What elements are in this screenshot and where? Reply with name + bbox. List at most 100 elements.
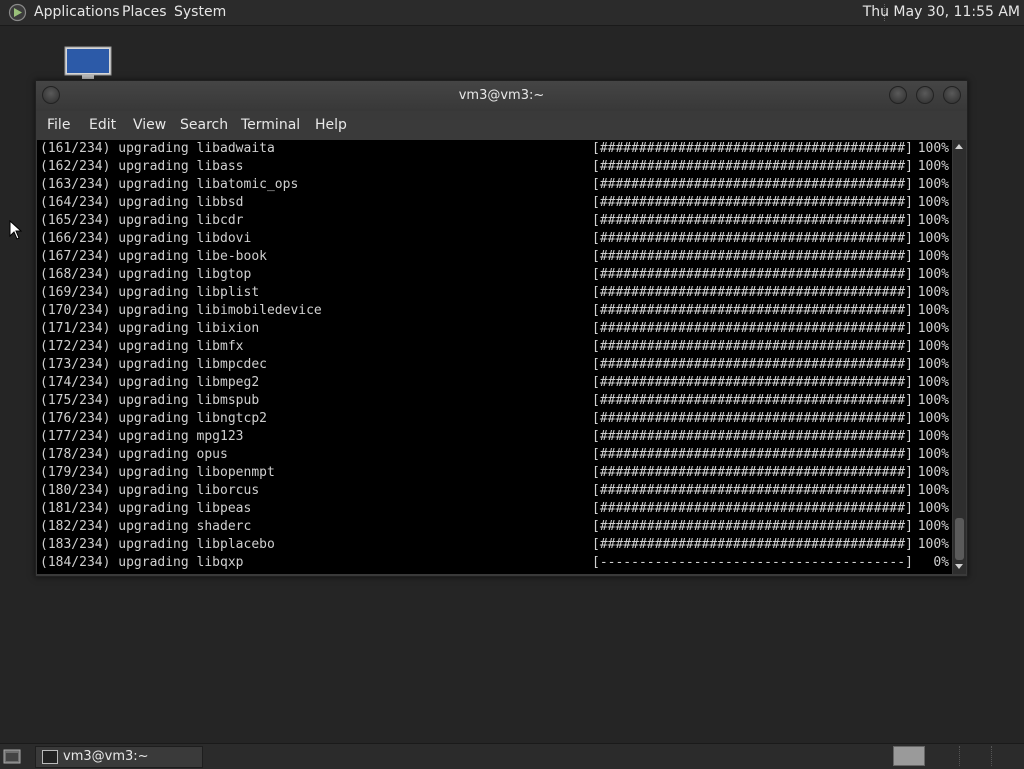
terminal-line: (179/234) upgrading libopenmpt [#########…	[40, 464, 952, 482]
progress-bar-text: [#######################################…	[592, 447, 913, 462]
terminal-line: (169/234) upgrading libplist [###########…	[40, 284, 952, 302]
progress-bar-text: [#######################################…	[592, 411, 913, 426]
progress-percent: 100%	[917, 159, 949, 174]
terminal-line: (180/234) upgrading liborcus [###########…	[40, 482, 952, 500]
progress-percent: 100%	[917, 375, 949, 390]
progress-bar-text: [#######################################…	[592, 177, 913, 192]
package-status: (178/234) upgrading opus	[40, 447, 228, 462]
places-menu[interactable]: Places	[122, 4, 167, 20]
progress-bar-text: [#######################################…	[592, 519, 913, 534]
package-status: (163/234) upgrading libatomic_ops	[40, 177, 299, 192]
menu-help[interactable]: Help	[315, 117, 347, 133]
taskbar-button-terminal[interactable]: vm3@vm3:~	[35, 746, 203, 768]
progress-percent: 100%	[917, 303, 949, 318]
scrollbar[interactable]	[953, 140, 966, 574]
window-titlebar[interactable]: vm3@vm3:~	[36, 81, 967, 111]
terminal-line: (163/234) upgrading libatomic_ops [######…	[40, 176, 952, 194]
window-title: vm3@vm3:~	[458, 88, 545, 103]
terminal-line: (176/234) upgrading libngtcp2 [##########…	[40, 410, 952, 428]
mouse-pointer-icon	[9, 220, 23, 240]
package-status: (176/234) upgrading libngtcp2	[40, 411, 267, 426]
progress-bar-text: [#######################################…	[592, 159, 913, 174]
menu-terminal[interactable]: Terminal	[241, 117, 300, 133]
progress-bar-text: [#######################################…	[592, 249, 913, 264]
package-status: (179/234) upgrading libopenmpt	[40, 465, 275, 480]
package-status: (173/234) upgrading libmpcdec	[40, 357, 267, 372]
menu-view[interactable]: View	[133, 117, 166, 133]
package-status: (167/234) upgrading libe-book	[40, 249, 267, 264]
terminal-line: (171/234) upgrading libixion [###########…	[40, 320, 952, 338]
terminal-line: (161/234) upgrading libadwaita [#########…	[40, 140, 952, 158]
terminal-line: (182/234) upgrading shaderc [############…	[40, 518, 952, 536]
minimize-button[interactable]	[889, 86, 907, 104]
progress-bar-text: [#######################################…	[592, 339, 913, 354]
package-status: (162/234) upgrading libass	[40, 159, 244, 174]
app-menu-icon[interactable]	[8, 3, 27, 22]
progress-bar-text: [#######################################…	[592, 267, 913, 282]
package-status: (180/234) upgrading liborcus	[40, 483, 260, 498]
terminal-line: (166/234) upgrading libdovi [############…	[40, 230, 952, 248]
window-menu-button[interactable]	[42, 86, 60, 104]
menu-search[interactable]: Search	[180, 117, 228, 133]
workspace-1[interactable]	[893, 746, 925, 766]
progress-bar-text: [#######################################…	[592, 429, 913, 444]
clock[interactable]: Thu May 30, 11:55 AM	[863, 4, 1020, 20]
show-desktop-icon[interactable]	[3, 748, 21, 765]
bottom-panel: vm3@vm3:~	[0, 743, 1024, 769]
progress-percent: 100%	[917, 321, 949, 336]
progress-bar-text: [#######################################…	[592, 231, 913, 246]
system-menu[interactable]: System	[174, 4, 226, 20]
scroll-down-icon[interactable]	[955, 564, 963, 569]
close-button[interactable]	[943, 86, 961, 104]
package-status: (168/234) upgrading libgtop	[40, 267, 252, 282]
terminal-line: (172/234) upgrading libmfx [#############…	[40, 338, 952, 356]
terminal-window: vm3@vm3:~ File Edit View Search Terminal…	[35, 80, 968, 577]
terminal-line: (173/234) upgrading libmpcdec [##########…	[40, 356, 952, 374]
progress-percent: 100%	[917, 483, 949, 498]
terminal-line: (174/234) upgrading libmpeg2 [###########…	[40, 374, 952, 392]
terminal-line: (177/234) upgrading mpg123 [#############…	[40, 428, 952, 446]
scrollbar-thumb[interactable]	[955, 518, 964, 560]
progress-percent: 100%	[917, 177, 949, 192]
terminal-line: (183/234) upgrading libplacebo [#########…	[40, 536, 952, 554]
workspace-switcher[interactable]	[927, 746, 1022, 766]
maximize-button[interactable]	[916, 86, 934, 104]
progress-percent: 100%	[917, 285, 949, 300]
progress-percent: 100%	[917, 447, 949, 462]
package-status: (183/234) upgrading libplacebo	[40, 537, 275, 552]
terminal-output[interactable]: (161/234) upgrading libadwaita [#########…	[37, 140, 952, 574]
applications-menu[interactable]: Applications	[34, 4, 120, 20]
package-status: (166/234) upgrading libdovi	[40, 231, 252, 246]
terminal-icon	[42, 750, 58, 764]
progress-bar-text: [#######################################…	[592, 303, 913, 318]
window-menubar: File Edit View Search Terminal Help	[36, 112, 967, 139]
progress-percent: 100%	[917, 465, 949, 480]
progress-bar-text: [#######################################…	[592, 195, 913, 210]
progress-percent: 100%	[917, 429, 949, 444]
terminal-line: (181/234) upgrading libpeas [############…	[40, 500, 952, 518]
progress-percent: 100%	[917, 195, 949, 210]
progress-percent: 100%	[917, 213, 949, 228]
progress-percent: 0%	[933, 555, 949, 570]
menu-edit[interactable]: Edit	[89, 117, 116, 133]
workspace-divider	[959, 746, 961, 766]
progress-bar-text: [#######################################…	[592, 537, 913, 552]
menu-file[interactable]: File	[47, 117, 70, 133]
progress-bar-text: [#######################################…	[592, 141, 913, 156]
progress-bar-text: [---------------------------------------…	[592, 555, 913, 570]
progress-percent: 100%	[917, 519, 949, 534]
terminal-line: (162/234) upgrading libass [#############…	[40, 158, 952, 176]
taskbar-button-label: vm3@vm3:~	[63, 749, 149, 764]
terminal-line: (164/234) upgrading libbsd [#############…	[40, 194, 952, 212]
progress-percent: 100%	[917, 501, 949, 516]
package-status: (169/234) upgrading libplist	[40, 285, 260, 300]
scroll-up-icon[interactable]	[955, 144, 963, 149]
progress-percent: 100%	[917, 267, 949, 282]
computer-icon[interactable]	[64, 46, 112, 80]
terminal-line: (170/234) upgrading libimobiledevice [###…	[40, 302, 952, 320]
workspace-divider	[991, 746, 993, 766]
terminal-line: (167/234) upgrading libe-book [##########…	[40, 248, 952, 266]
package-status: (177/234) upgrading mpg123	[40, 429, 244, 444]
package-status: (172/234) upgrading libmfx	[40, 339, 244, 354]
progress-percent: 100%	[917, 411, 949, 426]
